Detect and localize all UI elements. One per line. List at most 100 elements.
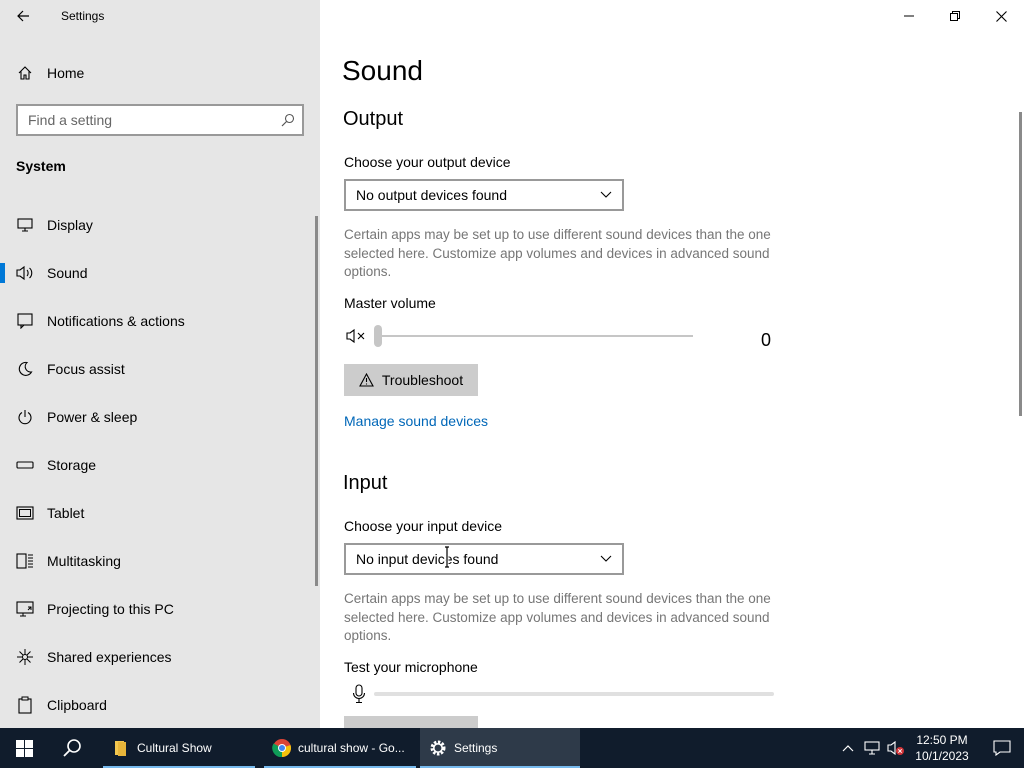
tablet-icon <box>16 504 34 522</box>
system-tray: 12:50 PM 10/1/2023 <box>836 728 1024 768</box>
speaker-icon <box>16 264 34 282</box>
master-volume-label: Master volume <box>344 295 436 311</box>
chevron-down-icon <box>600 191 612 198</box>
microphone-level-bar <box>374 692 774 696</box>
clock-date: 10/1/2023 <box>915 749 969 763</box>
windows-logo-icon <box>15 739 33 757</box>
sidebar-item-power-sleep[interactable]: Power & sleep <box>0 393 320 441</box>
input-device-value: No input devices found <box>356 551 499 567</box>
back-arrow-icon <box>17 10 29 22</box>
content-scrollbar[interactable] <box>1019 112 1022 416</box>
volume-slider-thumb[interactable] <box>374 325 382 347</box>
search-input[interactable] <box>18 112 274 128</box>
title-bar: Settings <box>0 0 320 32</box>
taskbar-search-button[interactable] <box>48 728 96 768</box>
input-device-dropdown[interactable]: No input devices found <box>344 543 624 575</box>
sidebar-item-clipboard[interactable]: Clipboard <box>0 681 320 728</box>
output-device-value: No output devices found <box>356 187 507 203</box>
volume-muted-icon <box>887 740 904 756</box>
sidebar: Settings Home System Display Sound <box>0 0 320 728</box>
sidebar-item-tablet[interactable]: Tablet <box>0 489 320 537</box>
taskbar: Cultural Show cultural show - Go... Sett… <box>0 728 1024 768</box>
clock[interactable]: 12:50 PM 10/1/2023 <box>910 732 974 764</box>
sidebar-item-label: Clipboard <box>47 697 107 713</box>
output-description: Certain apps may be set up to use differ… <box>344 227 771 279</box>
sidebar-item-focus-assist[interactable]: Focus assist <box>0 345 320 393</box>
test-microphone-label: Test your microphone <box>344 659 478 675</box>
input-troubleshoot-button[interactable] <box>344 716 478 728</box>
volume-value: 0 <box>761 330 772 350</box>
chevron-up-icon <box>842 745 854 752</box>
gear-icon <box>428 738 448 758</box>
back-button[interactable] <box>0 0 46 32</box>
power-icon <box>16 408 34 426</box>
start-button[interactable] <box>0 728 48 768</box>
taskbar-app-settings[interactable]: Settings <box>420 728 580 768</box>
input-description: Certain apps may be set up to use differ… <box>344 591 771 643</box>
output-heading: Output <box>343 108 404 130</box>
show-hidden-icons-button[interactable] <box>836 728 860 768</box>
network-icon <box>864 741 880 755</box>
folder-icon <box>111 738 131 758</box>
sidebar-item-label: Storage <box>47 457 97 473</box>
projecting-icon <box>16 600 34 618</box>
clock-time: 12:50 PM <box>916 733 968 747</box>
troubleshoot-button[interactable]: Troubleshoot <box>344 364 478 396</box>
mouse-cursor-icon <box>445 546 449 568</box>
clipboard-icon <box>16 696 34 714</box>
content-pane: Sound Output Choose your output device N… <box>320 0 1024 728</box>
nav-list: Display Sound Notifications & actions Fo… <box>0 201 320 728</box>
sidebar-item-home[interactable]: Home <box>0 56 320 90</box>
notification-icon <box>993 740 1011 756</box>
monitor-icon <box>16 216 34 234</box>
chevron-down-icon <box>600 555 612 562</box>
sidebar-item-sound[interactable]: Sound <box>0 249 320 297</box>
moon-icon <box>16 360 34 378</box>
sidebar-item-storage[interactable]: Storage <box>0 441 320 489</box>
chrome-icon <box>272 738 292 758</box>
taskbar-app-file-explorer[interactable]: Cultural Show <box>103 728 255 768</box>
taskbar-app-label: cultural show - Go... <box>298 741 405 755</box>
sidebar-item-label: Focus assist <box>47 361 125 377</box>
sidebar-item-label: Multitasking <box>47 553 121 569</box>
manage-sound-devices-link[interactable]: Manage sound devices <box>344 413 488 429</box>
warning-icon <box>358 373 374 387</box>
window-title: Settings <box>61 9 105 23</box>
output-device-dropdown[interactable]: No output devices found <box>344 179 624 211</box>
sidebar-item-label: Power & sleep <box>47 409 138 425</box>
sidebar-item-label: Projecting to this PC <box>47 601 174 617</box>
home-label: Home <box>47 65 85 81</box>
notification-icon <box>16 312 34 330</box>
action-center-button[interactable] <box>980 728 1024 768</box>
input-heading: Input <box>343 472 388 494</box>
section-heading: System <box>16 158 66 174</box>
volume-slider-track[interactable] <box>377 335 693 337</box>
sidebar-item-notifications[interactable]: Notifications & actions <box>0 297 320 345</box>
sidebar-scrollbar[interactable] <box>315 216 318 586</box>
sidebar-item-shared-experiences[interactable]: Shared experiences <box>0 633 320 681</box>
search-box[interactable] <box>16 104 304 136</box>
sidebar-item-label: Sound <box>47 265 88 281</box>
sidebar-item-multitasking[interactable]: Multitasking <box>0 537 320 585</box>
storage-icon <box>16 456 34 474</box>
taskbar-app-label: Cultural Show <box>137 741 212 755</box>
shared-icon <box>16 648 34 666</box>
taskbar-app-label: Settings <box>454 741 498 755</box>
output-device-label: Choose your output device <box>344 154 511 170</box>
sidebar-item-label: Display <box>47 217 93 233</box>
search-icon[interactable] <box>274 106 302 134</box>
microphone-icon <box>352 684 366 704</box>
network-tray-button[interactable] <box>860 728 884 768</box>
multitasking-icon <box>16 552 34 570</box>
page-title: Sound <box>342 55 423 86</box>
home-icon <box>16 64 34 82</box>
volume-tray-button[interactable] <box>884 728 908 768</box>
search-icon <box>63 739 81 757</box>
troubleshoot-label: Troubleshoot <box>381 372 464 388</box>
sidebar-item-label: Shared experiences <box>47 649 172 665</box>
mute-icon[interactable] <box>346 327 368 345</box>
taskbar-app-chrome[interactable]: cultural show - Go... <box>264 728 416 768</box>
sidebar-item-label: Tablet <box>47 505 85 521</box>
sidebar-item-display[interactable]: Display <box>0 201 320 249</box>
sidebar-item-projecting[interactable]: Projecting to this PC <box>0 585 320 633</box>
